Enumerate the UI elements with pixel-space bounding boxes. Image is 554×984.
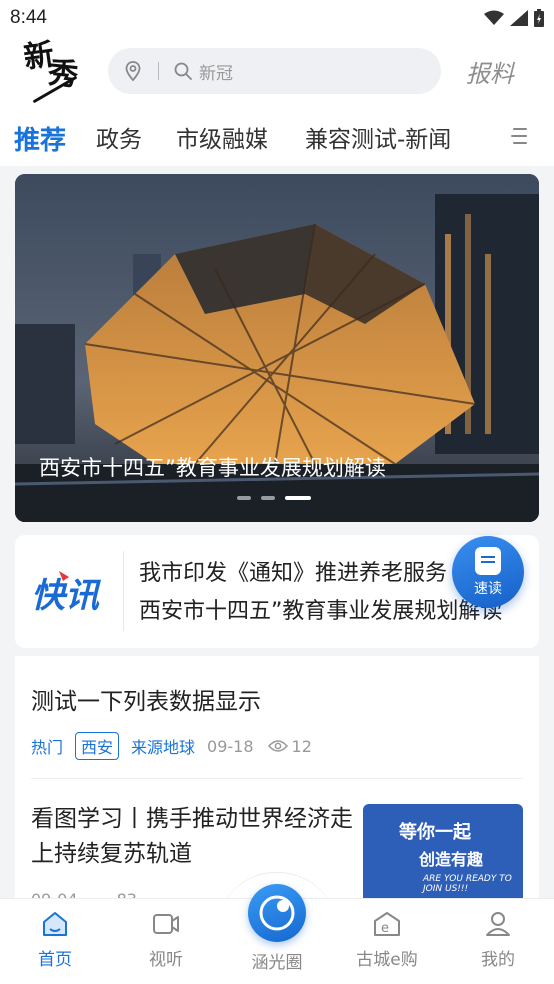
tab-label: 推荐 [14, 126, 67, 156]
nav-video[interactable]: 视听 [126, 909, 206, 970]
news-item-title[interactable]: 看图学习丨携手推动世界经济走上持续复苏轨道 [31, 802, 357, 872]
thumb-text-3: ARE YOU READY TO JOIN US!!! [423, 874, 512, 894]
tab-label: 政务 [96, 127, 142, 153]
report-label: 报料 [466, 60, 514, 88]
nav-label: 视听 [149, 950, 183, 970]
banner-dot[interactable] [261, 496, 275, 500]
video-icon [153, 914, 179, 934]
svg-text:e: e [381, 921, 389, 936]
news-date: 09-18 [207, 736, 254, 756]
tag-hot: 热门 [31, 738, 64, 757]
app-header: 新 秀 新冠 报料 [0, 36, 554, 106]
thumb-text-2: 创造有趣 [419, 850, 484, 869]
status-icons [484, 9, 544, 27]
tab-label: 市级融媒 [176, 127, 268, 153]
profile-icon [486, 912, 510, 936]
search-icon [174, 62, 192, 80]
tab-city-media[interactable]: 市级融媒 [176, 120, 268, 154]
nav-label: 首页 [38, 950, 72, 970]
flash-headline-2[interactable]: 西安市十四五”教育事业发展规划解读 [139, 593, 514, 625]
news-item-meta: 热门 西安 来源地球 09-18 12 [31, 732, 312, 760]
home-icon [43, 912, 67, 936]
signal-icon [510, 10, 528, 26]
flash-divider [123, 551, 124, 631]
eye-icon [267, 740, 288, 752]
banner-dot-active[interactable] [285, 496, 311, 500]
battery-icon [534, 9, 544, 27]
status-bar: 8:44 [0, 0, 554, 36]
document-icon [475, 546, 501, 575]
channel-tabs: 推荐 政务 市级融媒 兼容测试-新闻 [0, 106, 554, 166]
speed-read-label: 速读 [474, 580, 502, 597]
app-logo: 新 秀 [20, 36, 90, 106]
tab-government[interactable]: 政务 [96, 120, 142, 154]
news-item-title[interactable]: 测试一下列表数据显示 [31, 682, 261, 716]
search-bar[interactable]: 新冠 [108, 48, 441, 94]
nav-shop[interactable]: e 古城e购 [347, 909, 427, 970]
wifi-icon [484, 10, 504, 25]
status-time: 8:44 [10, 7, 47, 28]
location-pin-icon[interactable] [122, 60, 144, 82]
nav-label: 古城e购 [356, 950, 418, 970]
circle-feed-icon [259, 895, 295, 931]
news-source: 来源地球 [131, 738, 196, 757]
tab-label: 兼容测试-新闻 [305, 127, 452, 153]
list-divider [31, 778, 523, 779]
nav-home[interactable]: 首页 [15, 909, 95, 970]
nav-circle-button[interactable] [248, 884, 306, 942]
shop-icon: e [374, 912, 400, 936]
search-placeholder: 新冠 [199, 63, 233, 84]
thumb-text-1: 等你一起 [399, 822, 471, 843]
tag-city: 西安 [75, 732, 120, 760]
nav-circle-label: 涵光圈 [251, 953, 303, 973]
search-divider [158, 62, 159, 80]
nav-mine[interactable]: 我的 [458, 909, 538, 970]
tab-recommend[interactable]: 推荐 [14, 120, 67, 161]
banner-pagination [237, 496, 311, 500]
speed-read-button[interactable]: 速读 [452, 536, 524, 608]
report-button[interactable]: 报料 [466, 54, 514, 89]
news-item-thumbnail[interactable]: 等你一起 创造有趣 ARE YOU READY TO JOIN US!!! [363, 804, 523, 904]
channel-menu-icon[interactable] [510, 126, 530, 146]
tab-compat-test-news[interactable]: 兼容测试-新闻 [305, 120, 451, 154]
flash-news-badge: 快讯 [31, 571, 102, 616]
nav-label: 我的 [481, 950, 515, 970]
view-count: 12 [291, 736, 312, 756]
flash-badge-text: 快讯 [31, 576, 102, 616]
hero-banner[interactable]: 西安市十四五”教育事业发展规划解读 [15, 174, 539, 522]
banner-caption: 西安市十四五”教育事业发展规划解读 [39, 456, 386, 480]
banner-dot[interactable] [237, 496, 251, 500]
